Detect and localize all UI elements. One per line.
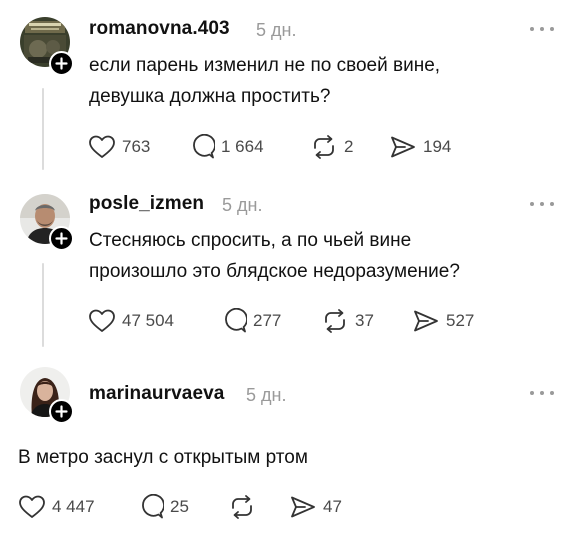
like-count: 47 504 xyxy=(122,311,174,330)
reply-button[interactable]: 277 xyxy=(221,308,281,334)
thread-line xyxy=(42,263,44,347)
reply-button[interactable]: 1 664 xyxy=(189,134,264,160)
post-time: 5 дн. xyxy=(256,20,297,40)
more-button[interactable] xyxy=(528,388,556,398)
heart-icon xyxy=(89,309,115,332)
more-dots-icon xyxy=(530,27,554,31)
post-text-line-1: Стесняюсь спросить, а по чьей вине xyxy=(89,230,412,251)
post-time: 5 дн. xyxy=(222,195,263,215)
plus-icon xyxy=(55,232,68,245)
repost-count: 37 xyxy=(355,311,374,330)
like-button[interactable]: 763 xyxy=(88,134,150,160)
post-2: posle_izmen 5 дн. Стесняюсь спросить, а … xyxy=(0,185,573,355)
repost-count: 2 xyxy=(344,137,354,156)
username[interactable]: romanovna.403 xyxy=(89,18,230,40)
like-count: 4 447 xyxy=(52,497,95,516)
repost-arrows-icon xyxy=(314,135,334,159)
reply-count: 277 xyxy=(253,311,282,330)
repost-button[interactable] xyxy=(228,494,256,520)
post-text-line-1: В метро заснул с открытым ртом xyxy=(18,447,308,468)
comment-bubble-icon xyxy=(225,308,247,333)
username[interactable]: marinaurvaeva xyxy=(89,383,224,405)
repost-arrows-icon xyxy=(325,309,345,333)
reply-button[interactable]: 25 xyxy=(138,494,189,520)
share-count: 47 xyxy=(323,497,342,516)
username[interactable]: posle_izmen xyxy=(89,193,204,215)
comment-bubble-icon xyxy=(193,134,215,159)
reply-count: 1 664 xyxy=(221,137,264,156)
like-button[interactable]: 47 504 xyxy=(88,308,174,334)
repost-arrows-icon xyxy=(232,495,252,519)
reply-count: 25 xyxy=(170,497,189,516)
send-arrow-icon xyxy=(291,496,315,518)
more-dots-icon xyxy=(530,202,554,206)
more-dots-icon xyxy=(530,391,554,395)
post-3: marinaurvaeva 5 дн. В метро заснул с отк… xyxy=(0,355,573,537)
like-count: 763 xyxy=(122,137,151,156)
post-1: romanovna.403 5 дн. если парень изменил … xyxy=(0,0,573,185)
repost-button[interactable]: 37 xyxy=(321,308,374,334)
plus-icon xyxy=(55,57,68,70)
more-button[interactable] xyxy=(528,199,556,209)
comment-bubble-icon xyxy=(142,494,164,519)
post-text-line-2: девушка должна простить? xyxy=(89,86,331,107)
repost-button[interactable]: 2 xyxy=(310,134,353,160)
thread-line xyxy=(42,88,44,170)
heart-icon xyxy=(19,495,45,518)
heart-icon xyxy=(89,135,115,158)
follow-button[interactable] xyxy=(49,399,74,424)
share-button[interactable]: 47 xyxy=(289,494,342,520)
like-button[interactable]: 4 447 xyxy=(18,494,95,520)
post-text-line-2: произошло это блядское недоразумение? xyxy=(89,261,460,282)
follow-button[interactable] xyxy=(49,226,74,251)
plus-icon xyxy=(55,405,68,418)
share-button[interactable]: 527 xyxy=(412,308,474,334)
send-arrow-icon xyxy=(391,136,415,158)
post-time: 5 дн. xyxy=(246,385,287,405)
send-arrow-icon xyxy=(414,310,438,332)
follow-button[interactable] xyxy=(49,51,74,76)
more-button[interactable] xyxy=(528,24,556,34)
share-button[interactable]: 194 xyxy=(389,134,451,160)
post-text-line-1: если парень изменил не по своей вине, xyxy=(89,55,441,76)
share-count: 527 xyxy=(446,311,475,330)
share-count: 194 xyxy=(423,137,452,156)
